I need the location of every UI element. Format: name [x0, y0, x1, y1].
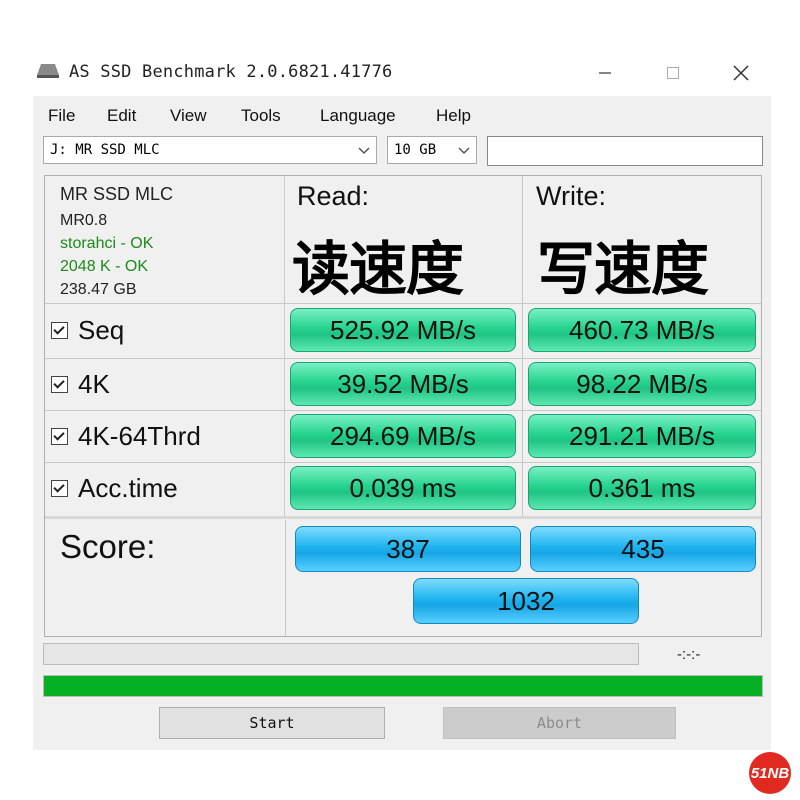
drive-select-value: J: MR SSD MLC	[50, 142, 160, 158]
main-progress-bar	[43, 675, 763, 697]
4k-checkbox-row[interactable]: 4K	[51, 369, 110, 400]
chevron-down-icon	[358, 147, 370, 155]
checkbox-checked-icon[interactable]	[51, 428, 68, 445]
write-score: 435	[530, 526, 756, 572]
chevron-down-icon	[458, 147, 470, 155]
menu-tools[interactable]: Tools	[241, 106, 281, 126]
seq-checkbox-row[interactable]: Seq	[51, 315, 124, 346]
window-title: AS SSD Benchmark 2.0.6821.41776	[69, 62, 393, 82]
divider	[284, 176, 285, 516]
elapsed-time: -:-:-	[677, 646, 701, 663]
row-label-4k: 4K	[78, 369, 110, 399]
checkbox-checked-icon[interactable]	[51, 480, 68, 497]
4k64-read-result: 294.69 MB/s	[290, 414, 516, 458]
checkbox-checked-icon[interactable]	[51, 322, 68, 339]
row-label-4k64: 4K-64Thrd	[78, 421, 201, 451]
drive-firmware: MR0.8	[60, 212, 108, 229]
text-field[interactable]	[487, 136, 763, 166]
divider	[45, 358, 761, 359]
4k64-write-result: 291.21 MB/s	[528, 414, 756, 458]
divider	[45, 516, 761, 519]
driver-status: storahci - OK	[60, 235, 154, 252]
drive-icon	[37, 64, 59, 78]
menu-help[interactable]: Help	[436, 106, 471, 126]
divider	[522, 176, 523, 516]
progress-fill	[44, 676, 762, 696]
app-window: AS SSD Benchmark 2.0.6821.41776 File Edi…	[33, 50, 771, 750]
write-header: Write:	[536, 181, 607, 211]
menu-file[interactable]: File	[48, 106, 75, 126]
seq-read-result: 525.92 MB/s	[290, 308, 516, 352]
size-select-value: 10 GB	[394, 142, 437, 158]
start-button[interactable]: Start	[159, 707, 385, 739]
close-button[interactable]	[721, 56, 761, 90]
row-label-acc: Acc.time	[78, 473, 178, 503]
alignment-status: 2048 K - OK	[60, 258, 149, 275]
checkbox-checked-icon[interactable]	[51, 376, 68, 393]
title-bar: AS SSD Benchmark 2.0.6821.41776	[33, 50, 771, 96]
menu-edit[interactable]: Edit	[107, 106, 136, 126]
read-caption: 读速度	[292, 235, 464, 303]
size-select[interactable]: 10 GB	[387, 136, 477, 164]
minimize-icon	[599, 72, 611, 74]
4k-read-result: 39.52 MB/s	[290, 362, 516, 406]
drive-name: MR SSD MLC	[60, 184, 174, 204]
4k64-checkbox-row[interactable]: 4K-64Thrd	[51, 421, 201, 452]
menu-view[interactable]: View	[170, 106, 207, 126]
sub-progress-bar	[43, 643, 639, 665]
total-score: 1032	[413, 578, 639, 624]
acc-write-result: 0.361 ms	[528, 466, 756, 510]
minimize-button[interactable]	[585, 56, 625, 90]
acc-checkbox-row[interactable]: Acc.time	[51, 473, 178, 504]
drive-select[interactable]: J: MR SSD MLC	[43, 136, 377, 164]
maximize-icon	[667, 67, 679, 79]
4k-write-result: 98.22 MB/s	[528, 362, 756, 406]
drive-capacity: 238.47 GB	[60, 281, 137, 298]
acc-read-result: 0.039 ms	[290, 466, 516, 510]
row-label-seq: Seq	[78, 315, 125, 345]
seq-write-result: 460.73 MB/s	[528, 308, 756, 352]
menu-language[interactable]: Language	[320, 106, 396, 126]
watermark-badge: 51NB	[749, 752, 791, 794]
close-icon	[733, 65, 749, 81]
read-score: 387	[295, 526, 521, 572]
divider	[45, 410, 761, 411]
score-label: Score:	[60, 528, 156, 565]
write-caption: 写速度	[537, 235, 709, 303]
read-header: Read:	[297, 181, 370, 211]
menu-bar: File Edit View Tools Language Help	[33, 103, 771, 127]
divider	[285, 520, 286, 636]
divider	[45, 462, 761, 463]
maximize-button[interactable]	[653, 56, 693, 90]
abort-button[interactable]: Abort	[443, 707, 676, 739]
